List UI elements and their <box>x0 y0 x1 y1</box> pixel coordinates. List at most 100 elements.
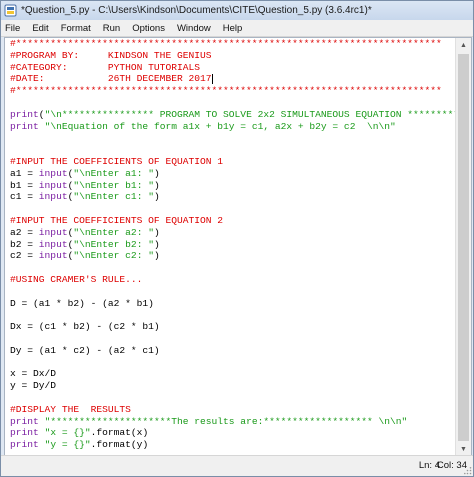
code-token: ) <box>153 167 160 179</box>
code-line: #INPUT THE COEFFICIENTS OF EQUATION 2 <box>7 215 456 227</box>
code-token: x = Dx/D <box>10 368 57 380</box>
code-token: ) <box>153 238 160 250</box>
code-token: #***************************************… <box>10 38 442 49</box>
menu-help[interactable]: Help <box>223 23 243 34</box>
code-token: input <box>38 191 68 203</box>
code-line: c1 = input("\nEnter c1: ") <box>7 191 456 203</box>
code-line: #INPUT THE COEFFICIENTS OF EQUATION 1 <box>7 156 456 168</box>
code-token: #INPUT THE COEFFICIENTS OF EQUATION 2 <box>10 214 224 226</box>
code-token: print <box>10 427 39 439</box>
code-token: #CATEGORY: PYTHON TUTORIALS <box>10 61 200 73</box>
menu-bar: File Edit Format Run Options Window Help <box>1 20 473 37</box>
code-token: ) <box>153 179 160 191</box>
code-token: #***************************************… <box>10 85 442 97</box>
code-token: "\nEnter b1: " <box>73 179 154 191</box>
code-token: "\nEquation of the form a1x + b1y = c1, … <box>44 120 396 132</box>
code-line: #***************************************… <box>7 38 456 50</box>
column-number-indicator: Col: 34 <box>436 460 467 471</box>
code-line: Dx = (c1 * b2) - (c2 * b1) <box>7 321 456 333</box>
code-line: print "y = {}".format(y) <box>7 439 456 451</box>
idle-editor-window: *Question_5.py - C:\Users\Kindson\Docume… <box>0 0 474 477</box>
resize-grip-icon[interactable] <box>464 467 472 475</box>
menu-run[interactable]: Run <box>103 23 120 34</box>
code-line: print "x = {}".format(x) <box>7 427 456 439</box>
code-token: a2 = <box>10 226 39 238</box>
code-token: b2 = <box>10 238 39 250</box>
code-line: print "*********************The results … <box>7 416 456 428</box>
code-line: D = (a1 * b2) - (a2 * b1) <box>7 298 456 310</box>
code-token: "*********************The results are:**… <box>44 415 408 427</box>
code-line: print("\n**************** PROGRAM TO SOL… <box>7 109 456 121</box>
code-token: Dx = (c1 * b2) - (c2 * b1) <box>10 321 160 333</box>
code-line: #PROGRAM BY: KINDSON THE GENIUS <box>7 50 456 62</box>
code-token: D = (a1 * b2) - (a2 * b1) <box>10 297 154 309</box>
code-token: "x = {}" <box>44 427 91 439</box>
code-token: Dy = (a1 * c2) - (a2 * c1) <box>10 344 160 356</box>
code-token: input <box>38 238 68 250</box>
code-line: #***************************************… <box>7 85 456 97</box>
code-token: c1 = <box>10 191 39 203</box>
menu-file[interactable]: File <box>5 23 20 34</box>
code-token: "\nEnter a1: " <box>73 167 154 179</box>
code-line: a2 = input("\nEnter a2: ") <box>7 227 456 239</box>
code-token: #DISPLAY THE RESULTS <box>10 403 131 415</box>
scroll-up-icon[interactable]: ▲ <box>456 38 471 53</box>
code-token: input <box>38 226 68 238</box>
code-token: "\n**************** PROGRAM TO SOLVE 2x2… <box>44 108 456 120</box>
code-line: print "\nEquation of the form a1x + b1y … <box>7 121 456 133</box>
code-token: .format(x) <box>90 427 149 439</box>
menu-options[interactable]: Options <box>132 23 165 34</box>
code-token: #PROGRAM BY: KINDSON THE GENIUS <box>10 49 212 61</box>
code-token: c2 = <box>10 250 39 262</box>
code-token: print <box>10 108 39 120</box>
menu-format[interactable]: Format <box>61 23 91 34</box>
code-token: print <box>10 120 39 132</box>
code-token: #INPUT THE COEFFICIENTS OF EQUATION 1 <box>10 155 224 167</box>
code-token: print <box>10 439 39 451</box>
editor-frame: #***************************************… <box>4 37 472 458</box>
scroll-thumb[interactable] <box>458 54 469 441</box>
code-token: input <box>38 167 68 179</box>
status-bar: Ln: 4 Col: 34 <box>1 455 473 476</box>
text-cursor <box>211 73 213 84</box>
code-line: #CATEGORY: PYTHON TUTORIALS <box>7 62 456 74</box>
code-token: y = Dy/D <box>10 380 57 392</box>
code-line: x = Dx/D <box>7 368 456 380</box>
code-token: "\nEnter b2: " <box>73 238 154 250</box>
code-line: #USING CRAMER'S RULE... <box>7 274 456 286</box>
code-token: ) <box>153 191 160 203</box>
code-token: "y = {}" <box>44 439 91 451</box>
code-token: "\nEnter c1: " <box>73 191 154 203</box>
python-idle-icon <box>4 4 17 17</box>
code-line: #DISPLAY THE RESULTS <box>7 404 456 416</box>
code-line: a1 = input("\nEnter a1: ") <box>7 168 456 180</box>
code-line: y = Dy/D <box>7 380 456 392</box>
menu-edit[interactable]: Edit <box>32 23 48 34</box>
code-token: input <box>38 179 68 191</box>
menu-window[interactable]: Window <box>177 23 211 34</box>
code-token: ) <box>153 226 160 238</box>
title-bar: *Question_5.py - C:\Users\Kindson\Docume… <box>1 1 473 20</box>
code-token: a1 = <box>10 167 39 179</box>
code-line: b2 = input("\nEnter b2: ") <box>7 239 456 251</box>
code-line: b1 = input("\nEnter b1: ") <box>7 180 456 192</box>
vertical-scrollbar[interactable]: ▲ ▼ <box>455 38 471 457</box>
code-line: #DATE: 26TH DECEMBER 2017 <box>7 73 456 85</box>
code-token: print <box>10 415 39 427</box>
code-token: ) <box>153 250 160 262</box>
code-token: #USING CRAMER'S RULE... <box>10 273 143 285</box>
code-token: .format(y) <box>90 439 149 451</box>
window-title: *Question_5.py - C:\Users\Kindson\Docume… <box>21 5 372 16</box>
code-editor[interactable]: #***************************************… <box>7 38 456 457</box>
code-token: "\nEnter a2: " <box>73 226 154 238</box>
code-token: "\nEnter c2: " <box>73 250 154 262</box>
